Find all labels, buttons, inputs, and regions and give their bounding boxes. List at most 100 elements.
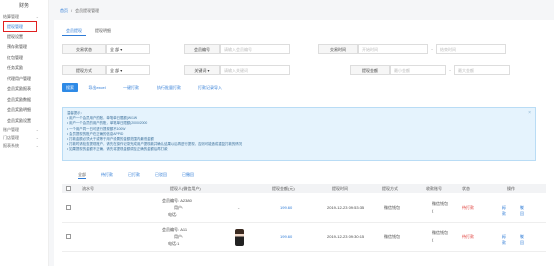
user-phone: 电话:1 [168,241,180,246]
checkbox-icon[interactable] [66,186,71,191]
trade-status-select[interactable]: 全 部 ▾ [106,44,150,54]
sidebar-group-label: 门店管理 [3,135,19,140]
trade-status-value: 全 部 [110,47,120,52]
sidebar-item-task-reward[interactable]: 任务奖励 [0,63,48,74]
range-separator: - [428,44,436,54]
pay-record-import-button[interactable]: 打款记录导入 [192,83,228,92]
status-tabs: 全部 待打款 已打款 已驳回 已撤回 [78,172,209,179]
sidebar-item-reward-report[interactable]: 会员奖励报表 [0,84,48,95]
export-excel-button[interactable]: 导出excel [82,83,112,92]
user-phone: 电话: [168,212,178,217]
search-button[interactable]: 搜索 [62,83,78,92]
sidebar-brand: 财务 [18,3,29,9]
withdraw-method: 微信钱包 [384,205,400,210]
col-actions: 操作 [507,186,515,191]
amount-value: 199.60 [280,234,293,239]
user-name: 用户: [174,205,184,210]
tab-member-withdraw[interactable]: 会员提现 [62,27,86,36]
chevron-down-icon: ▾ [120,68,123,73]
status-badge: 待打款 [462,234,474,239]
chevron-down-icon: ⌄ [35,14,39,19]
checkbox-icon[interactable] [66,205,71,210]
col-withdrawer: 提现人(微信用户) [170,186,201,191]
trade-time-label: 交易时间 [318,44,358,54]
main-area: 首页 / 会员提现管理 会员提现 提现明细 交易状态 全 部 ▾ 会员编号 请输入会员… [49,0,554,266]
sidebar-group-label: 账户管理 [3,127,19,132]
reject-label: 驳回 [520,205,524,216]
start-time-input[interactable]: 开始时间 [358,44,428,54]
sidebar-group-label: 报表系统 [3,143,19,148]
one-click-pay-button[interactable]: 一键打款 [116,83,146,92]
status-tab-all[interactable]: 全部 [78,172,86,179]
chevron-down-icon: ▾ [120,47,123,52]
notice-line: • 如果提现的金额不正确，请先将提现金额调至正确的金额后再打款 [67,147,168,152]
reject-label: 驳回 [520,234,524,245]
chevron-down-icon: ⌄ [35,143,39,148]
col-time: 提现时间 [332,186,348,191]
withdraw-time: 2019-12-23 09:30:15 [327,234,365,239]
tab-bar: 会员提现 提现明细 [62,27,120,36]
checkbox-icon[interactable] [66,234,71,239]
status-tab-withdrawn[interactable]: 已撤回 [182,172,194,178]
method-select[interactable]: 全 部 ▾ [106,65,150,75]
sidebar-group-settlement[interactable]: 结算管理 ⌄ [0,13,48,21]
sidebar-group-shop[interactable]: 门店管理 ⌄ [0,134,48,142]
account-type: 微信钱包 [432,230,448,235]
status-badge: 待打款 [462,205,474,210]
member-no: 会员编号: A2380 [162,198,192,203]
col-status: 状态 [462,186,470,191]
account-id: ( [432,237,434,242]
sidebar: 财务 结算管理 ⌄ 提现管理 提现设置 预存款管理 红包管理 任务奖励 代理用户管… [0,0,49,266]
batch-pay-button[interactable]: 执行批量打款 [150,83,188,92]
content-panel: 会员提现 提现明细 交易状态 全 部 ▾ 会员编号 请输入会员编号 交易时间 开始… [54,20,554,266]
table-row: 会员编号: A2380 用户: 电话: ⌄ 199.60 2019-12-23 … [62,195,546,223]
min-amount-input[interactable]: 最小金额 [390,65,446,75]
account-type: 微信钱包 [432,201,448,206]
sidebar-item-withdraw-settings[interactable]: 提现设置 [0,32,48,43]
status-tab-paid[interactable]: 已打款 [128,172,140,178]
breadcrumb-current: 会员提现管理 [75,8,100,13]
sidebar-group-account[interactable]: 账户管理 ⌄ [0,126,48,134]
col-method: 提现方式 [382,186,398,191]
member-no: 会员编号: A11 [162,227,188,232]
member-no-label: 会员编号 [184,44,220,54]
sidebar-item-reward-data[interactable]: 会员奖励数据 [0,95,48,106]
withdraw-method: 微信钱包 [384,234,400,239]
method-label: 提现方式 [62,65,106,75]
chevron-down-icon: ⌄ [35,135,39,140]
close-icon[interactable]: × [528,110,531,116]
end-time-input[interactable]: 结束时间 [436,44,506,54]
table-row: 会员编号: A11 用户: 电话:1 199.60 2019-12-23 09:… [62,224,546,252]
breadcrumb-separator: / [71,8,73,13]
table-header: 流水号 提现人(微信用户) 提现金额(元) 提现时间 提现方式 收款账号 状态 … [62,184,546,193]
sidebar-item-reward-settings[interactable]: 会员奖励设置 [0,116,48,127]
sidebar-item-withdraw[interactable]: 提现管理 [3,21,37,32]
avatar-placeholder: ⌄ [237,205,241,210]
member-no-input[interactable]: 请输入会员编号 [220,44,290,54]
tab-withdraw-detail[interactable]: 提现明细 [91,27,115,35]
amount-label: 提现金额 [350,65,390,75]
amount-value: 199.60 [280,205,293,210]
sidebar-item-agent[interactable]: 代理用户管理 [0,74,48,85]
col-amount: 提现金额(元) [272,186,295,191]
keyword-input[interactable]: 请输入关键词 [220,65,290,75]
amount-separator: - [446,65,454,75]
avatar-image [235,229,244,246]
user-name: 用户: [174,234,184,239]
sidebar-item-reward-detail[interactable]: 会员奖励明细 [0,105,48,116]
pay-label: 打款 [502,234,506,245]
keyword-label[interactable]: 关键词 ▾ [184,65,220,75]
status-tab-pending[interactable]: 待打款 [101,172,113,178]
account-id: ( [432,208,434,213]
status-tab-rejected[interactable]: 已驳回 [155,172,167,178]
max-amount-input[interactable]: 最大金额 [454,65,510,75]
sidebar-item-redpacket[interactable]: 红包管理 [0,53,48,64]
col-account: 收款账号 [426,186,442,191]
breadcrumb-home[interactable]: 首页 [60,8,68,13]
col-serial: 流水号 [82,186,94,191]
sidebar-group-report[interactable]: 报表系统 ⌄ [0,142,48,150]
sidebar-item-deposit[interactable]: 预存款管理 [0,42,48,53]
breadcrumb: 首页 / 会员提现管理 [60,8,102,14]
withdraw-time: 2019-12-23 09:53:35 [327,205,365,210]
pay-label: 打款 [502,205,506,216]
